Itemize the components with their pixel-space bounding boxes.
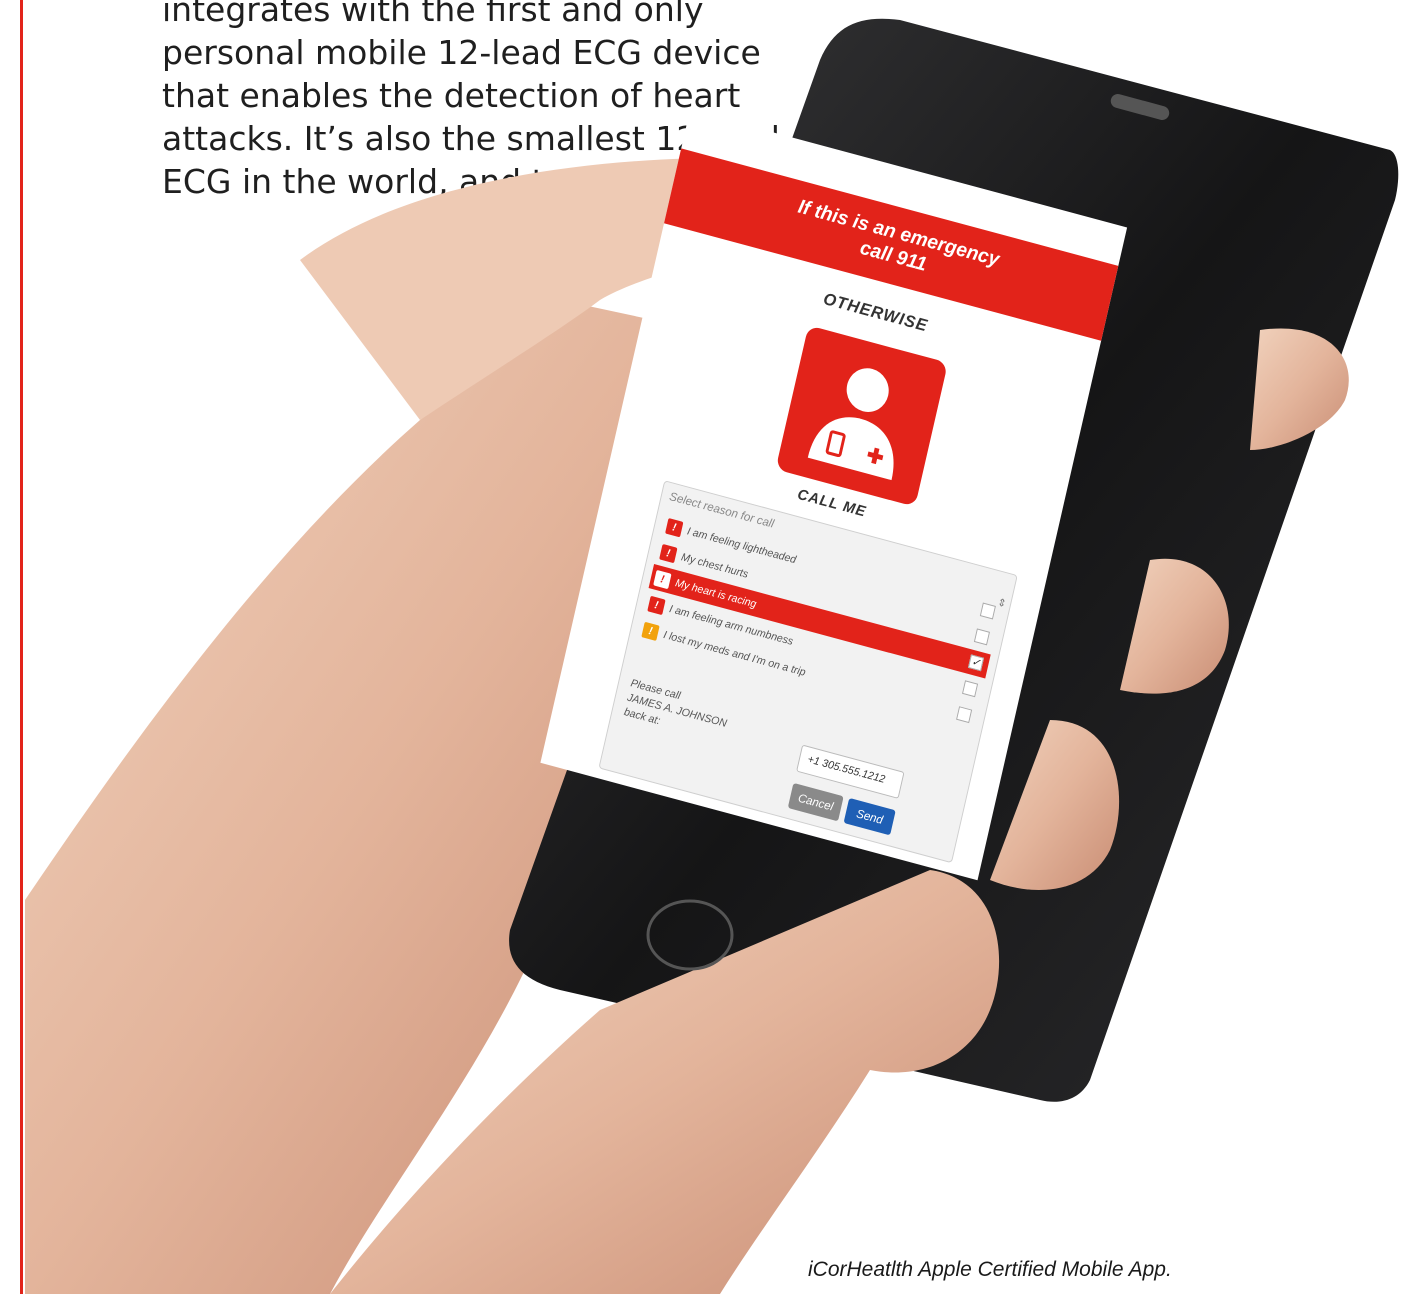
warning-icon: ! (653, 569, 672, 589)
warning-icon: ! (641, 621, 660, 641)
warning-icon: ! (659, 543, 678, 563)
hand-finger (1250, 328, 1349, 450)
call-me-button[interactable] (775, 325, 948, 507)
reason-checkbox[interactable] (973, 628, 990, 646)
send-button[interactable]: Send (843, 797, 896, 836)
reason-checkbox[interactable] (956, 706, 973, 724)
reason-checkbox[interactable] (979, 602, 996, 620)
warning-icon: ! (647, 595, 666, 615)
photo-caption: iCorHeatlth Apple Certified Mobile App. (808, 1258, 1172, 1281)
reason-checkbox[interactable] (962, 680, 979, 698)
warning-icon: ! (665, 517, 684, 537)
callback-text: Please call JAMES A. JOHNSON back at: (622, 676, 731, 746)
reason-checkbox-checked[interactable]: ✓ (967, 654, 985, 672)
doctor-icon (807, 368, 894, 481)
cancel-button[interactable]: Cancel (787, 782, 844, 822)
